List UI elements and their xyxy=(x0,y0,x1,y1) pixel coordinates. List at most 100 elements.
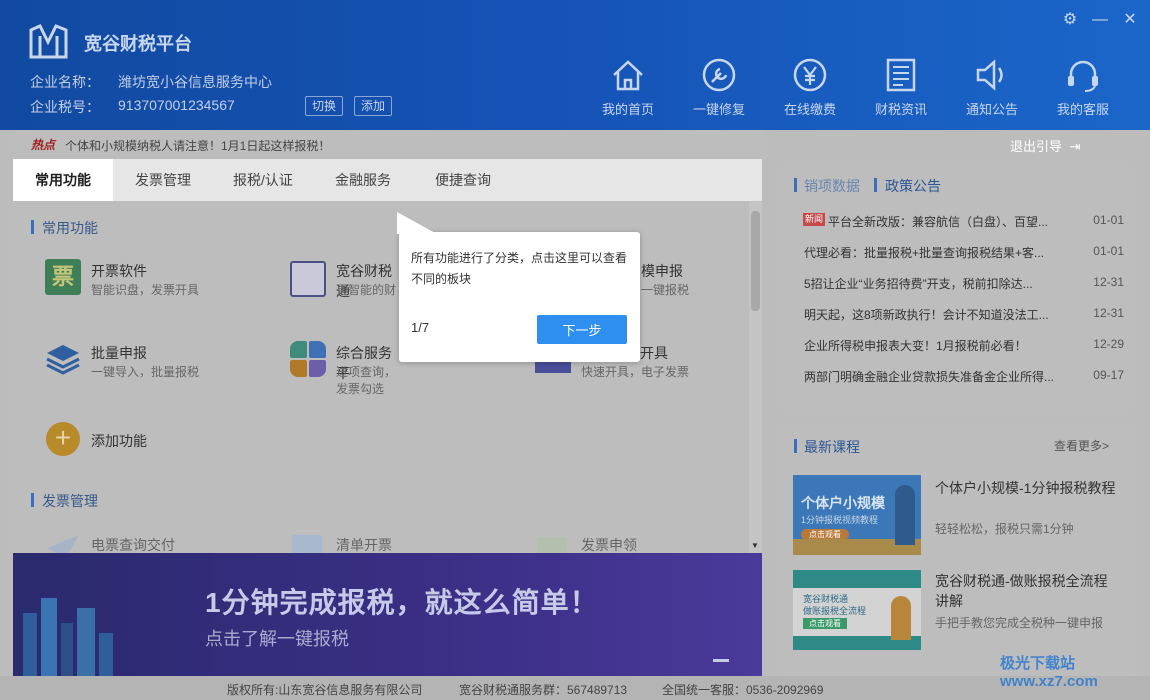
hot-news-link[interactable]: 个体和小规模纳税人请注意！1月1日起这样报税！ xyxy=(65,137,330,154)
switch-company-button[interactable]: 切换 xyxy=(305,96,344,116)
thumb-title: 个体户小规模 xyxy=(801,495,885,511)
news-title: 5招让企业“业务招待费”开支，税前扣除达... xyxy=(804,277,1033,291)
section-marker xyxy=(874,178,877,192)
app-title: 宽谷财税平台 xyxy=(84,34,192,54)
tab-finance[interactable]: 金融服务 xyxy=(313,159,413,201)
panel-scrollbar[interactable]: ▼ xyxy=(749,201,762,553)
news-date: 12-29 xyxy=(1093,337,1124,351)
courses-heading: 最新课程 xyxy=(804,439,860,455)
company-name-label: 企业名称： xyxy=(30,74,100,90)
tab-sales-data[interactable]: 销项数据 xyxy=(804,176,860,196)
nav-service[interactable]: 我的客服 xyxy=(1043,55,1123,125)
nav-home-label: 我的首页 xyxy=(601,102,654,117)
function-name: 发票申领 xyxy=(581,537,637,553)
footer-hotline: 全国统一客服：0536-2092969 xyxy=(662,683,824,697)
exit-icon: ⇥ xyxy=(1069,139,1081,154)
news-item[interactable]: 代理必看：批量报税+批量查询报税结果+客... 01-01 xyxy=(804,244,1124,264)
function-tabs: 常用功能 发票管理 报税/认证 金融服务 便捷查询 xyxy=(13,159,762,201)
wrench-icon xyxy=(702,58,736,92)
person-illustration-icon xyxy=(895,485,915,545)
logo-icon xyxy=(29,24,68,59)
news-date: 01-01 xyxy=(1093,213,1124,227)
nav-notice[interactable]: 通知公告 xyxy=(952,55,1032,125)
tab-query[interactable]: 便捷查询 xyxy=(413,159,513,201)
function-name: 模申报 xyxy=(641,263,683,279)
function-desc: 快速开具，电子发票 xyxy=(581,365,690,379)
nav-payment-label: 在线缴费 xyxy=(783,102,836,117)
function-item[interactable]: 发票申领 xyxy=(535,531,695,553)
nav-news[interactable]: 财税资讯 xyxy=(861,55,941,125)
function-item[interactable]: 电票查询交付 xyxy=(45,531,245,553)
person-illustration-icon xyxy=(891,596,911,640)
next-step-button[interactable]: 下一步 xyxy=(537,315,627,344)
nav-repair[interactable]: 一键修复 xyxy=(679,55,759,125)
hot-tag: 热点 xyxy=(31,138,56,152)
footer-group: 宽谷财税通服务群：567489713 xyxy=(459,683,628,697)
news-item[interactable]: 明天起，这8项新政执行！会计不知道没法工... 12-31 xyxy=(804,306,1124,326)
scrollbar-thumb[interactable] xyxy=(751,211,760,311)
minimize-icon[interactable]: — xyxy=(1090,10,1110,30)
function-name: 电票查询交付 xyxy=(91,537,175,553)
course-thumbnail[interactable]: 个体户小规模 1分钟报税视频教程 点击观看 xyxy=(793,475,921,555)
section-invoice-title: 发票管理 xyxy=(42,493,98,509)
function-desc: 更智能的财 xyxy=(336,283,397,297)
function-desc: 一键导入，批量报税 xyxy=(91,365,200,379)
function-item[interactable]: 宽谷财税通 更智能的财 xyxy=(290,259,400,299)
news-title: 企业所得税申报表大变！1月报税前必看！ xyxy=(804,339,1027,353)
paper-plane-icon xyxy=(47,535,79,553)
section-marker xyxy=(31,220,34,234)
exit-guide-button[interactable]: 退出引导 ⇥ xyxy=(1010,136,1081,155)
settings-gear-icon[interactable]: ⚙ xyxy=(1060,10,1080,30)
news-item[interactable]: 两部门明确金融企业贷款损失准备金企业所得... 09-17 xyxy=(804,368,1124,388)
add-function-button[interactable]: + 添加功能 xyxy=(45,421,205,457)
news-title: 两部门明确金融企业贷款损失准备金企业所得... xyxy=(804,370,1055,384)
add-company-button[interactable]: 添加 xyxy=(354,96,393,116)
nav-repair-label: 一键修复 xyxy=(692,102,745,117)
header: 宽谷财税平台 企业名称： 潍坊宽小谷信息服务中心 企业税号： 913707001… xyxy=(0,0,1150,130)
function-item[interactable]: 票 开票软件 智能识盘，发票开具 xyxy=(45,259,245,299)
course-title[interactable]: 宽谷财税通-做账报税全流程讲解 xyxy=(935,571,1120,611)
tab-policy[interactable]: 政策公告 xyxy=(885,176,941,196)
banner-title: 1分钟完成报税，就这么简单！ xyxy=(205,587,599,618)
news-item[interactable]: 5招让企业“业务招待费”开支，税前扣除达... 12-31 xyxy=(804,275,1124,295)
news-date: 09-17 xyxy=(1093,368,1124,382)
nav-payment[interactable]: 在线缴费 xyxy=(770,55,850,125)
news-title: 代理必看：批量报税+批量查询报税结果+客... xyxy=(804,246,1045,260)
function-item[interactable]: 综合服务平 进项查询，发票勾选 xyxy=(290,341,400,396)
course-thumbnail[interactable]: 宽谷财税通 做账报税全流程 点击观看 xyxy=(793,570,921,650)
function-desc: 一键报税 xyxy=(641,283,690,297)
layers-icon xyxy=(46,345,80,375)
course-desc: 轻轻松松，报税只需1分钟 xyxy=(935,522,1074,536)
invoice-icon: 票 xyxy=(45,259,81,295)
function-item[interactable]: 批量申报 一键导入，批量报税 xyxy=(45,341,245,381)
tab-invoice[interactable]: 发票管理 xyxy=(113,159,213,201)
course-desc: 手把手教您完成全税种一键申报 xyxy=(935,616,1104,630)
section-marker xyxy=(31,493,34,507)
scroll-down-icon[interactable]: ▼ xyxy=(751,541,759,550)
close-icon[interactable]: ✕ xyxy=(1120,10,1140,30)
courses-panel: 最新课程 查看更多> 个体户小规模 1分钟报税视频教程 点击观看 个体户小规模-… xyxy=(778,424,1135,676)
function-desc: 智能识盘，发票开具 xyxy=(91,283,200,297)
list-icon xyxy=(292,535,322,553)
news-item[interactable]: 平台全新改版：兼容航信（白盘）、百望... 01-01 xyxy=(828,213,1124,233)
thumb-subtitle: 做账报税全流程 xyxy=(803,606,867,616)
plus-icon: + xyxy=(46,422,80,456)
thumb-button: 点击观看 xyxy=(803,618,847,629)
tax-number-label: 企业税号： xyxy=(30,99,100,115)
popup-message: 所有功能进行了分类，点击这里可以查看不同的板块 xyxy=(411,251,628,286)
yuan-icon xyxy=(793,58,827,92)
apply-icon xyxy=(537,537,567,553)
function-item[interactable]: 清单开票 xyxy=(290,531,450,553)
nav-home[interactable]: 我的首页 xyxy=(588,55,668,125)
courses-more-link[interactable]: 查看更多> xyxy=(1054,437,1109,454)
promo-banner[interactable]: 1分钟完成报税，就这么简单！ 点击了解一键报税 xyxy=(13,553,762,676)
function-item[interactable]: 模申报 一键报税 xyxy=(641,259,741,299)
course-title[interactable]: 个体户小规模-1分钟报税教程 xyxy=(935,478,1120,498)
function-name: 开票软件 xyxy=(91,263,147,279)
banner-indicator[interactable] xyxy=(713,659,729,662)
headset-icon xyxy=(1068,60,1098,92)
news-item[interactable]: 企业所得税申报表大变！1月报税前必看！ 12-29 xyxy=(804,337,1124,357)
tab-common[interactable]: 常用功能 xyxy=(13,159,113,201)
calculator-icon xyxy=(290,261,326,297)
tab-tax[interactable]: 报税/认证 xyxy=(213,159,313,201)
